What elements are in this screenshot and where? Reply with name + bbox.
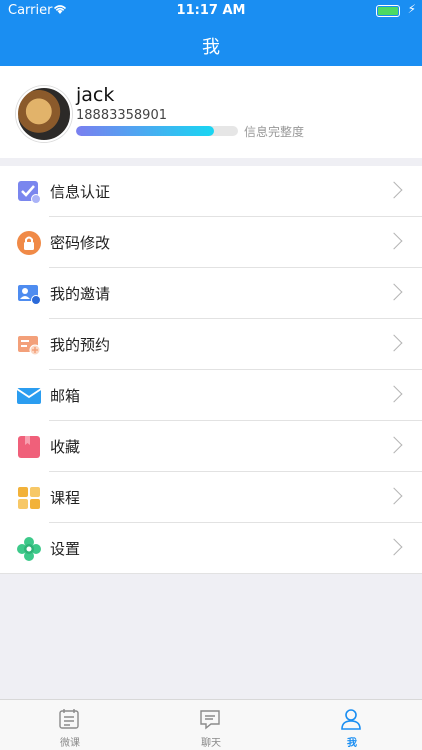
tab-me[interactable]: 我 xyxy=(282,700,422,750)
menu-item-course[interactable]: 课程 xyxy=(0,472,422,523)
chevron-right-icon xyxy=(385,232,403,250)
chevron-right-icon xyxy=(385,487,403,505)
username: jack xyxy=(76,84,115,106)
person-icon xyxy=(341,709,361,730)
menu-item-label: 设置 xyxy=(50,540,81,558)
tab-label: 微课 xyxy=(60,738,80,749)
menu-item-settings[interactable]: 设置 xyxy=(0,523,422,574)
charging-icon: ⚡ xyxy=(407,2,416,16)
invite-icon xyxy=(18,285,41,305)
status-bar: Carrier 11:17 AM ⚡ xyxy=(0,0,422,22)
mail-icon xyxy=(17,388,41,404)
navigation-bar: 我 xyxy=(0,22,422,66)
lock-icon xyxy=(17,231,41,255)
verify-icon xyxy=(18,181,41,204)
tab-label: 我 xyxy=(347,738,357,749)
page-title: 我 xyxy=(202,37,220,58)
completion-progress-bar xyxy=(76,126,238,136)
calendar-icon xyxy=(59,709,79,729)
chevron-right-icon xyxy=(385,334,403,352)
chevron-right-icon xyxy=(385,181,403,199)
chevron-right-icon xyxy=(385,385,403,403)
tab-label: 聊天 xyxy=(201,738,221,749)
settings-icon xyxy=(17,537,41,561)
menu-item-label: 收藏 xyxy=(50,438,81,456)
menu-item-label: 邮箱 xyxy=(50,387,81,405)
menu-item-favorite[interactable]: 收藏 xyxy=(0,421,422,472)
completion-label: 信息完整度 xyxy=(244,125,305,139)
menu-item-mail[interactable]: 邮箱 xyxy=(0,370,422,421)
menu-item-label: 密码修改 xyxy=(50,234,111,252)
tab-chat[interactable]: 聊天 xyxy=(141,700,281,750)
clock: 11:17 AM xyxy=(176,3,246,18)
chevron-right-icon xyxy=(385,538,403,556)
tab-micro-course[interactable]: 微课 xyxy=(0,700,140,750)
menu-item-invite[interactable]: 我的邀请 xyxy=(0,268,422,319)
menu-item-password[interactable]: 密码修改 xyxy=(0,217,422,268)
chevron-right-icon xyxy=(385,436,403,454)
appointment-icon xyxy=(18,336,41,356)
profile-card[interactable]: jack 18883358901 信息完整度 xyxy=(0,66,422,158)
course-icon xyxy=(18,487,40,509)
completion-progress-fill xyxy=(76,126,214,136)
avatar[interactable] xyxy=(16,86,72,142)
tab-bar: 微课 聊天 我 xyxy=(0,699,422,750)
menu-item-verify[interactable]: 信息认证 xyxy=(0,166,422,217)
menu-item-label: 信息认证 xyxy=(50,183,111,201)
menu-item-label: 我的邀请 xyxy=(50,285,111,303)
settings-menu: 信息认证 密码修改 我的邀请 我的预约 邮箱 收藏 课程 设置 xyxy=(0,166,422,574)
favorite-icon xyxy=(18,436,40,458)
menu-item-appointment[interactable]: 我的预约 xyxy=(0,319,422,370)
chevron-right-icon xyxy=(385,283,403,301)
menu-item-label: 课程 xyxy=(50,489,81,507)
battery-icon xyxy=(376,5,400,17)
phone-number: 18883358901 xyxy=(76,108,167,123)
menu-item-label: 我的预约 xyxy=(50,336,111,354)
divider xyxy=(0,573,422,574)
chat-icon xyxy=(200,710,220,730)
